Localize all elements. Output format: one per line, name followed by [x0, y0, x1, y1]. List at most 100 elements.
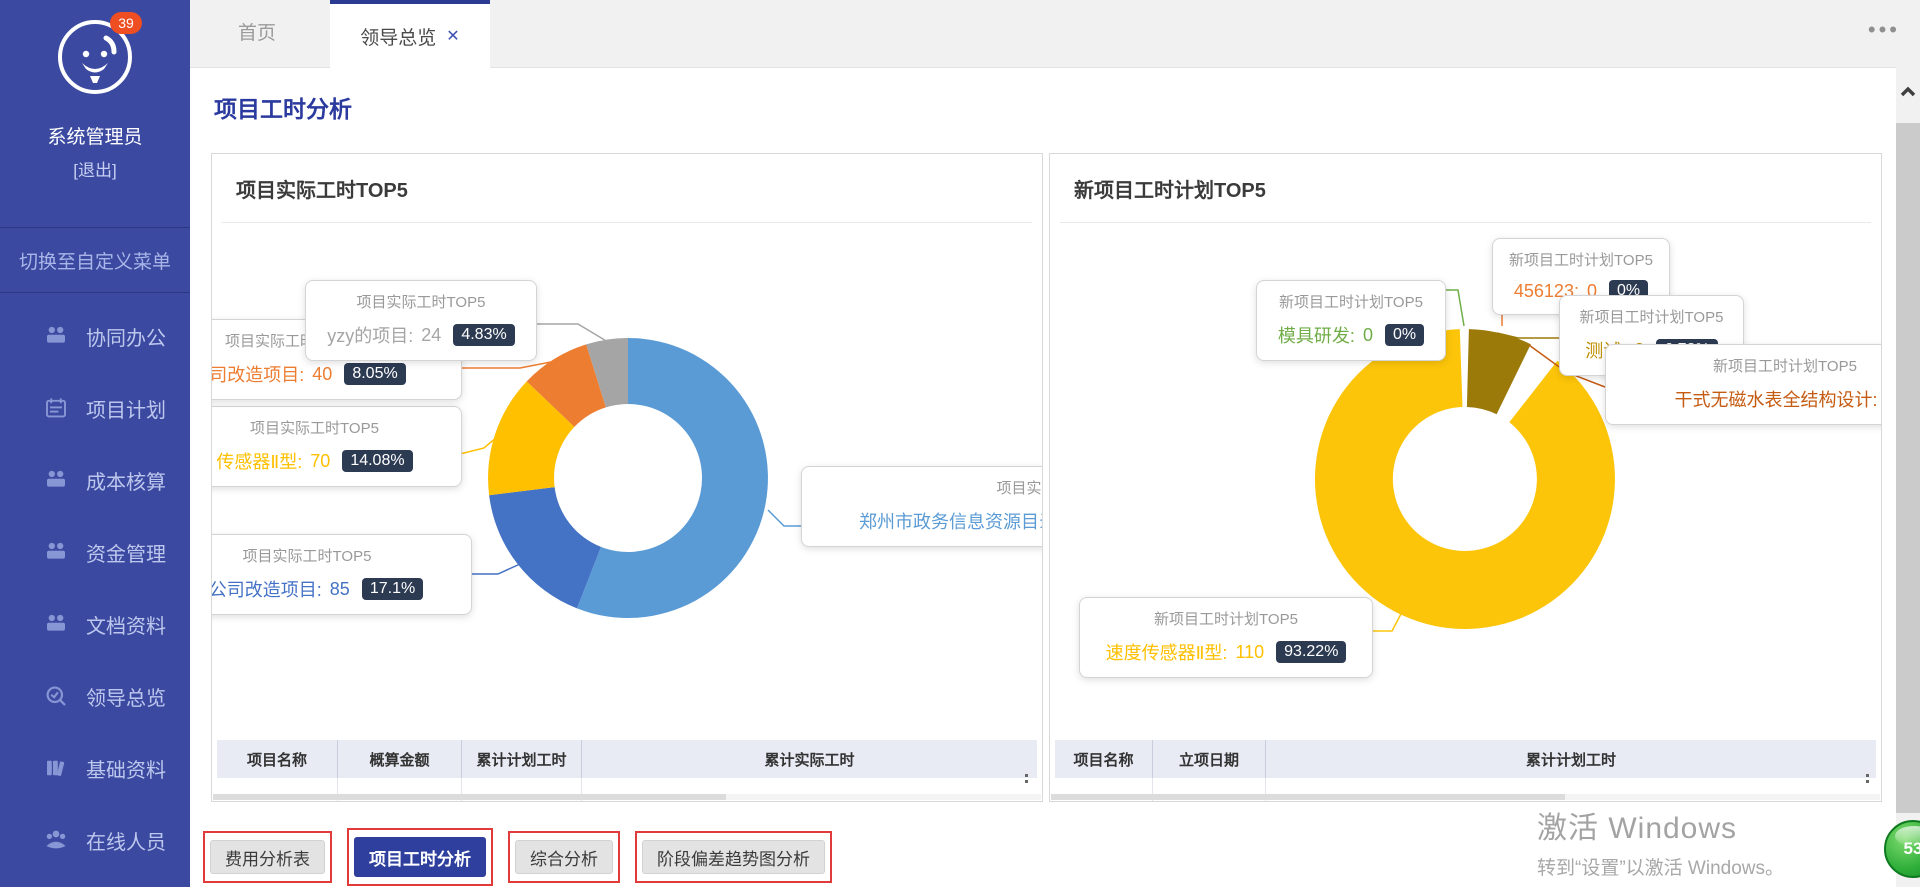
overview-icon	[44, 684, 68, 708]
annotation-box: 费用分析表	[203, 831, 332, 883]
table-horizontal-scrollbar[interactable]	[213, 794, 1041, 800]
tab-label: 领导总览	[360, 23, 436, 50]
panel-planned-hours: 新项目工时计划TOP5 新项目工时计划TOP5 456123: 0 0% 新项目…	[1049, 153, 1882, 802]
panel-actual-hours: 项目实际工时TOP5 项目实际工时TOP5 yzy的项目: 24 4.83% 项…	[211, 153, 1043, 802]
tooltip-yzy-project: 项目实际工时TOP5 yzy的项目: 24 4.83%	[305, 280, 537, 361]
comprehensive-analysis-button[interactable]: 综合分析	[515, 840, 613, 874]
sidebar-item-label: 资金管理	[86, 538, 166, 567]
tooltip-series-title: 新项目工时计划TOP5	[1271, 291, 1431, 312]
table-header-row: 项目名称 概算金额 累计计划工时 累计实际工时	[217, 740, 1037, 778]
sidebar-item-base-data[interactable]: 基础资料	[0, 732, 190, 804]
column-header: 项目名称	[217, 740, 338, 778]
tooltip-label: 传感器Ⅱ型:	[216, 448, 302, 474]
tooltip-label: 干式无磁水表全结构设计:	[1674, 386, 1877, 412]
percent-badge: 8.05%	[344, 363, 405, 385]
tooltip-series-title: 项目实际工时TOP5	[211, 417, 447, 438]
sidebar-item-office[interactable]: 协同办公	[0, 300, 190, 372]
tooltip-series-title: 新项目工时计划TOP5	[1574, 306, 1729, 327]
sidebar-item-label: 项目计划	[86, 394, 166, 423]
table-scrollbar[interactable]	[1024, 772, 1030, 786]
percent-badge: 4.83%	[453, 324, 514, 346]
tab-home[interactable]: 首页	[238, 0, 276, 67]
tooltip-label: 速度传感器Ⅱ型:	[1106, 639, 1228, 665]
online-users-icon	[44, 828, 68, 852]
calendar-icon	[44, 396, 68, 420]
documents-icon	[44, 612, 68, 636]
more-menu-icon[interactable]: •••	[1868, 0, 1900, 67]
sidebar-item-project-plan[interactable]: 项目计划	[0, 372, 190, 444]
tooltip-dry-water-meter: 新项目工时计划TOP5 干式无磁水表全结构设计: 0	[1605, 344, 1882, 425]
tooltip-value: 70	[310, 451, 330, 472]
username-label: 系统管理员	[0, 122, 190, 149]
column-header: 立项日期	[1153, 740, 1266, 778]
sidebar-item-leader-overview[interactable]: 领导总览	[0, 660, 190, 732]
column-header: 概算金额	[338, 740, 462, 778]
sidebar-item-label: 领导总览	[86, 682, 166, 711]
tooltip-label: 模具研发:	[1278, 322, 1355, 348]
scrollbar-thumb[interactable]	[1051, 794, 1565, 800]
tooltip-series-title: 项目实际工时TOP5	[211, 545, 457, 566]
phase-deviation-trend-button[interactable]: 阶段偏差趋势图分析	[642, 840, 825, 874]
annotation-box: 综合分析	[508, 831, 620, 883]
teamwork-icon	[44, 324, 68, 348]
tooltip-series-title: 新项目工时计划TOP5	[1094, 608, 1358, 629]
sidebar-item-label: 成本核算	[86, 466, 166, 495]
cost-icon	[44, 468, 68, 492]
scroll-up-icon[interactable]	[1896, 75, 1920, 109]
tooltip-series-title: 新项目工时计划TOP5	[1507, 249, 1655, 270]
tooltip-series-title: 项目实际工时TOP5	[320, 291, 522, 312]
column-header: 项目名称	[1055, 740, 1153, 778]
logout-link[interactable]: [退出]	[0, 156, 190, 181]
vertical-scrollbar[interactable]	[1896, 67, 1920, 887]
tooltip-zhengzhou-project: 项目实际工时TOP5 郑州市政务信息资源目录	[801, 466, 1043, 547]
tooltip-speed-sensor: 新项目工时计划TOP5 速度传感器Ⅱ型: 110 93.22%	[1079, 597, 1373, 678]
table-header-row: 项目名称 立项日期 累计计划工时	[1055, 740, 1876, 778]
annotation-box: 阶段偏差趋势图分析	[635, 831, 832, 883]
tooltip-value: 24	[421, 325, 441, 346]
percent-badge: 0%	[1385, 324, 1424, 346]
column-header: 累计计划工时	[462, 740, 582, 778]
sidebar-item-documents[interactable]: 文档资料	[0, 588, 190, 660]
tooltip-value: 110	[1235, 642, 1264, 663]
percent-badge: 17.1%	[362, 578, 423, 600]
tooltip-label: yzy的项目:	[327, 322, 413, 348]
tab-bar: 首页 领导总览 ✕ •••	[190, 0, 1920, 68]
tab-close-icon[interactable]: ✕	[446, 26, 459, 46]
sidebar: 39 系统管理员 [退出] 切换至自定义菜单 协同办公 项目计划 成本核算	[0, 0, 190, 887]
floating-assistant-badge[interactable]: 53	[1884, 820, 1920, 878]
app-window: 39 系统管理员 [退出] 切换至自定义菜单 协同办公 项目计划 成本核算	[0, 0, 1920, 887]
percent-badge: 14.08%	[342, 450, 412, 472]
sidebar-item-label: 基础资料	[86, 754, 166, 783]
tooltip-label: 郑州市政务信息资源目录	[859, 508, 1043, 534]
books-icon	[44, 756, 68, 780]
tooltip-series-title: 项目实际工时TOP5	[816, 477, 1043, 498]
funds-icon	[44, 540, 68, 564]
notification-badge: 39	[110, 12, 142, 34]
tooltip-label: 限公司改造项目:	[211, 576, 322, 602]
tooltip-value: 0	[1363, 325, 1373, 346]
tooltip-series-title: 新项目工时计划TOP5	[1620, 355, 1882, 376]
sidebar-item-funds[interactable]: 资金管理	[0, 516, 190, 588]
sidebar-item-online-users[interactable]: 在线人员	[0, 804, 190, 876]
annotation-box: 项目工时分析	[347, 828, 493, 886]
sidebar-item-label: 文档资料	[86, 610, 166, 639]
project-hours-analysis-button[interactable]: 项目工时分析	[354, 837, 486, 877]
panel-title: 新项目工时计划TOP5	[1074, 174, 1266, 203]
table-scrollbar[interactable]	[1865, 772, 1871, 786]
cost-analysis-table-button[interactable]: 费用分析表	[210, 840, 325, 874]
switch-custom-menu-button[interactable]: 切换至自定义菜单	[0, 227, 190, 293]
panel-title: 项目实际工时TOP5	[236, 174, 408, 203]
sidebar-item-cost[interactable]: 成本核算	[0, 444, 190, 516]
tooltip-mold-rd: 新项目工时计划TOP5 模具研发: 0 0%	[1256, 280, 1446, 361]
tab-leader-overview[interactable]: 领导总览 ✕	[330, 0, 490, 68]
badge-count: 53	[1904, 839, 1920, 859]
scrollbar-thumb[interactable]	[1896, 123, 1920, 813]
tooltip-value: 40	[312, 364, 332, 385]
column-header: 累计计划工时	[1266, 740, 1876, 778]
watermark-line2: 转到“设置”以激活 Windows。	[1537, 853, 1784, 880]
scrollbar-thumb[interactable]	[213, 794, 726, 800]
table-horizontal-scrollbar[interactable]	[1051, 794, 1880, 800]
percent-badge: 93.22%	[1276, 641, 1346, 663]
column-header: 累计实际工时	[582, 740, 1037, 778]
watermark-line1: 激活 Windows	[1537, 803, 1784, 847]
